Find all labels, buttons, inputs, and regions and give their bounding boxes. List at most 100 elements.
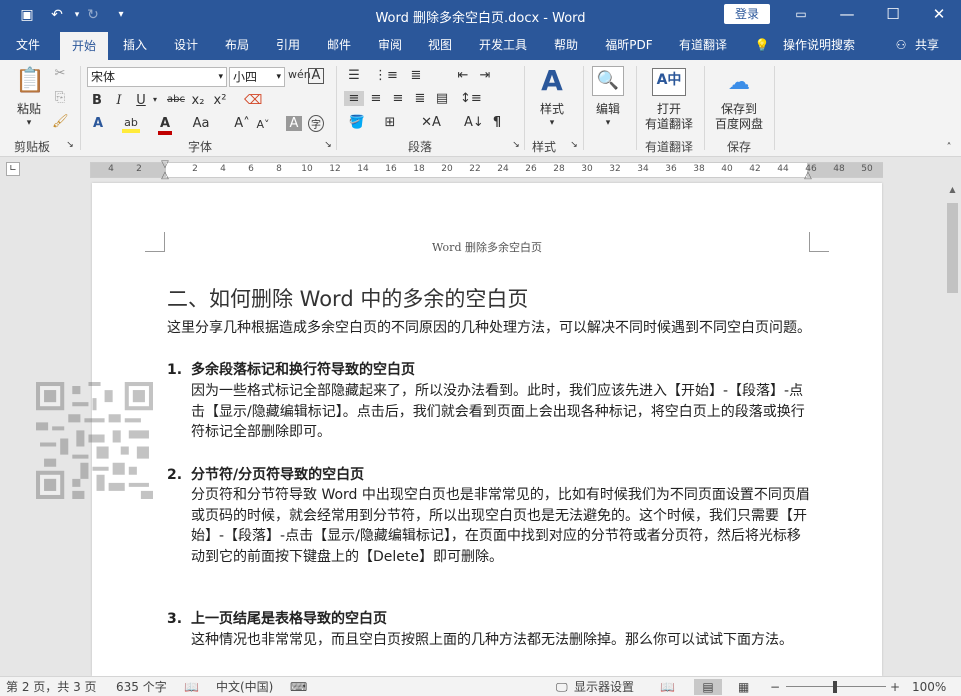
vertical-scrollbar[interactable]: ▲ <box>944 183 961 676</box>
document-page[interactable]: Word 删除多余空白页 二、如何删除 Word 中的多余的空白页 这里分享几种… <box>92 183 882 676</box>
shrink-font-icon[interactable]: A˅ <box>256 118 270 131</box>
paste-icon[interactable]: 📋 <box>14 66 46 96</box>
minimize-icon[interactable]: — <box>824 0 870 30</box>
paste-button[interactable]: 粘贴 <box>12 102 46 116</box>
strikethrough-icon[interactable]: abc <box>166 94 186 105</box>
numbering-icon[interactable]: ⋮≡ <box>374 68 398 83</box>
tab-references[interactable]: 引用 <box>266 30 310 60</box>
tab-help[interactable]: 帮助 <box>544 30 588 60</box>
tab-mailings[interactable]: 邮件 <box>318 30 360 60</box>
font-launcher-icon[interactable]: ↘ <box>322 140 334 150</box>
scroll-up-icon[interactable]: ▲ <box>947 185 958 194</box>
grow-font-icon[interactable]: A˄ <box>234 116 250 131</box>
right-indent-marker[interactable]: △ <box>802 170 814 181</box>
character-shading-icon[interactable]: A <box>286 116 302 131</box>
translate-icon[interactable]: A中 <box>652 68 686 96</box>
superscript-icon[interactable]: x² <box>212 93 228 108</box>
tab-foxit-pdf[interactable]: 福昕PDF <box>598 30 660 60</box>
justify-icon[interactable]: ≣ <box>410 91 430 106</box>
underline-icon[interactable]: U <box>134 93 148 108</box>
zoom-in-icon[interactable]: + <box>890 679 900 695</box>
chinese-layout-icon[interactable]: ✕A <box>420 115 442 130</box>
login-button[interactable]: 登录 <box>724 4 770 24</box>
proofing-icon[interactable]: 📖 <box>184 679 199 695</box>
shading-icon[interactable]: 🪣 <box>346 115 368 130</box>
tab-design[interactable]: 设计 <box>164 30 208 60</box>
person-icon[interactable]: ⚇ <box>892 30 910 60</box>
tab-review[interactable]: 审阅 <box>368 30 412 60</box>
character-border-icon[interactable]: A <box>308 68 324 84</box>
decrease-indent-icon[interactable]: ⇤ <box>454 68 472 83</box>
read-mode-icon[interactable]: 📖 <box>660 679 675 695</box>
increase-indent-icon[interactable]: ⇥ <box>476 68 494 83</box>
tab-view[interactable]: 视图 <box>418 30 462 60</box>
editing-dropdown-icon[interactable]: ▾ <box>600 116 616 130</box>
share-button[interactable]: 共享 <box>910 30 944 60</box>
show-hide-marks-icon[interactable]: ¶ <box>488 115 506 130</box>
save-to-netdisk-line2[interactable]: 百度网盘 <box>710 117 768 131</box>
distributed-icon[interactable]: ▤ <box>432 91 452 106</box>
tab-developer[interactable]: 开发工具 <box>472 30 534 60</box>
web-layout-icon[interactable]: ▦ <box>738 679 749 695</box>
zoom-out-icon[interactable]: − <box>770 679 780 695</box>
copy-icon[interactable]: ⎘ <box>52 90 68 105</box>
collapse-ribbon-icon[interactable]: ˄ <box>942 142 956 153</box>
tab-home[interactable]: 开始 <box>60 32 108 60</box>
enclose-characters-icon[interactable]: 字 <box>308 115 324 132</box>
save-to-netdisk-line1[interactable]: 保存到 <box>710 102 768 116</box>
zoom-slider-thumb[interactable] <box>833 681 837 693</box>
paragraph-launcher-icon[interactable]: ↘ <box>510 140 522 150</box>
tab-file[interactable]: 文件 <box>6 30 50 60</box>
ribbon-display-icon[interactable]: ▭ <box>778 0 824 30</box>
display-icon[interactable]: 🖵 <box>556 679 568 695</box>
clear-formatting-icon[interactable]: ⌫ <box>244 93 262 108</box>
left-indent-marker[interactable]: △ <box>159 170 171 181</box>
open-youdao-line2[interactable]: 有道翻译 <box>640 117 698 131</box>
phonetic-guide-icon[interactable]: wén <box>288 68 311 81</box>
display-settings[interactable]: 显示器设置 <box>574 679 634 695</box>
editing-button[interactable]: 编辑 <box>588 102 628 116</box>
clipboard-launcher-icon[interactable]: ↘ <box>64 140 76 150</box>
font-color-icon[interactable]: A <box>158 116 172 135</box>
sort-icon[interactable]: A↓ <box>464 115 484 130</box>
italic-icon[interactable]: I <box>112 93 126 108</box>
paste-dropdown-icon[interactable]: ▾ <box>20 116 38 130</box>
tab-youdao[interactable]: 有道翻译 <box>672 30 734 60</box>
scrollbar-thumb[interactable] <box>947 203 958 293</box>
underline-dropdown-icon[interactable]: ▾ <box>150 95 160 104</box>
format-painter-icon[interactable]: 🖌 <box>52 114 69 129</box>
text-effects-icon[interactable]: A <box>90 116 106 131</box>
first-line-indent-marker[interactable]: ▽ <box>159 159 171 170</box>
language-indicator[interactable]: 中文(中国) <box>216 679 273 695</box>
tab-selector-icon[interactable]: ∟ <box>6 162 20 176</box>
change-case-icon[interactable]: Aa <box>190 116 212 131</box>
accessibility-icon[interactable]: ⌨ <box>290 679 307 695</box>
highlight-icon[interactable]: ab <box>122 116 140 133</box>
align-right-icon[interactable]: ≡ <box>388 91 408 106</box>
styles-launcher-icon[interactable]: ↘ <box>568 140 580 150</box>
print-layout-icon[interactable]: ▤ <box>694 679 722 695</box>
bold-icon[interactable]: B <box>90 93 104 108</box>
maximize-icon[interactable]: ☐ <box>870 0 916 30</box>
page-count[interactable]: 第 2 页，共 3 页 <box>6 679 97 695</box>
tell-me-search[interactable]: 操作说明搜索 <box>778 30 860 60</box>
tab-insert[interactable]: 插入 <box>114 30 156 60</box>
subscript-icon[interactable]: x₂ <box>190 93 206 108</box>
lightbulb-icon[interactable]: 💡 <box>752 30 772 60</box>
open-youdao-line1[interactable]: 打开 <box>640 102 698 116</box>
styles-dropdown-icon[interactable]: ▾ <box>544 116 560 130</box>
word-count[interactable]: 635 个字 <box>116 679 167 695</box>
close-icon[interactable]: ✕ <box>916 0 961 30</box>
multilevel-list-icon[interactable]: ≣ <box>406 68 426 83</box>
tab-layout[interactable]: 布局 <box>216 30 258 60</box>
font-size-combo[interactable]: 小四 ▾ <box>229 67 285 87</box>
font-name-combo[interactable]: 宋体 ▾ <box>87 67 227 87</box>
styles-icon[interactable]: A <box>534 64 570 98</box>
borders-icon[interactable]: ⊞ <box>380 115 400 130</box>
ruler-strip[interactable]: 4 2 2 4 6 8 10 12 14 16 18 20 22 24 26 28 30 32 34 36 38 40 42… <box>90 162 883 178</box>
styles-button[interactable]: 样式 <box>532 102 572 116</box>
align-center-icon[interactable]: ≡ <box>366 91 386 106</box>
bullets-icon[interactable]: ☰ <box>344 68 364 83</box>
align-left-icon[interactable]: ≡ <box>344 91 364 106</box>
baidu-netdisk-icon[interactable]: ☁ <box>722 70 756 96</box>
